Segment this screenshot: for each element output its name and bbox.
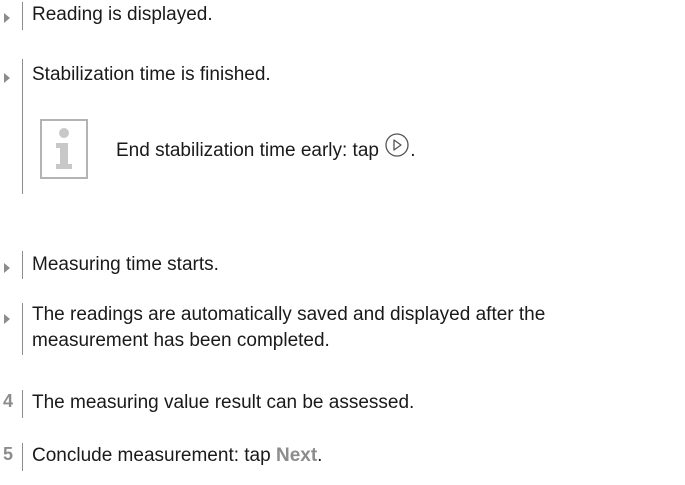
- next-button-reference: Next: [275, 445, 318, 466]
- note-text: End stabilization time early: tap .: [116, 133, 416, 164]
- step-divider: [22, 443, 23, 471]
- result-arrow-icon: [4, 13, 10, 23]
- step-item: 5 Conclude measurement: tap Next.: [0, 440, 685, 476]
- result-text: Measuring time starts.: [32, 254, 219, 275]
- result-item: Reading is displayed.: [0, 0, 685, 36]
- step-divider: [22, 390, 23, 418]
- step-item: 4 The measuring value result can be asse…: [0, 387, 685, 423]
- info-icon: [56, 128, 72, 169]
- step-number: 4: [2, 391, 13, 411]
- play-circle-icon: [385, 133, 409, 157]
- result-text-line2: measurement has been completed.: [32, 330, 330, 351]
- step-text-prefix: Conclude measurement: tap: [32, 445, 276, 466]
- step-text: The measuring value result can be assess…: [32, 392, 415, 413]
- step-divider: [22, 2, 23, 30]
- result-text: The readings are automatically saved and…: [32, 302, 675, 354]
- result-item: Stabilization time is finished.: [0, 56, 685, 206]
- note-text-suffix: .: [410, 140, 416, 161]
- info-note-box: [40, 119, 88, 179]
- note-text-prefix: End stabilization time early: tap: [116, 140, 385, 161]
- result-text: Stabilization time is finished.: [32, 64, 271, 85]
- step-divider: [22, 59, 23, 194]
- result-text: Reading is displayed.: [32, 4, 213, 25]
- result-arrow-icon: [4, 73, 10, 83]
- step-number: 5: [2, 444, 13, 464]
- result-text-line1: The readings are automatically saved and…: [32, 304, 546, 325]
- step-divider: [22, 303, 23, 355]
- step-text-suffix: .: [317, 445, 323, 466]
- step-text: Conclude measurement: tap Next.: [32, 443, 675, 469]
- result-arrow-icon: [4, 263, 10, 273]
- result-item: Measuring time starts.: [0, 248, 685, 284]
- result-arrow-icon: [4, 314, 10, 324]
- result-item: The readings are automatically saved and…: [0, 300, 685, 360]
- step-divider: [22, 251, 23, 279]
